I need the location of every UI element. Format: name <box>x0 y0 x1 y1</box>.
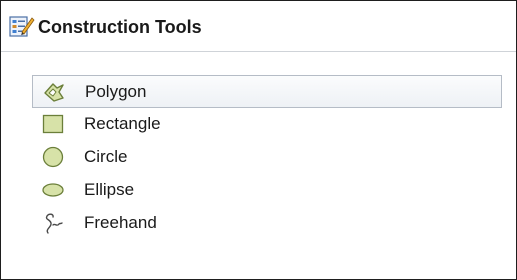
panel-title: Construction Tools <box>38 17 202 37</box>
tool-list: Polygon Rectangle Circle Ellipse Freehan… <box>1 52 516 279</box>
tool-label-circle: Circle <box>84 147 128 166</box>
tool-item-freehand[interactable]: Freehand <box>32 207 502 240</box>
polygon-icon <box>42 80 66 104</box>
tool-label-polygon: Polygon <box>85 82 147 101</box>
tool-item-rectangle[interactable]: Rectangle <box>32 108 502 141</box>
circle-icon <box>41 145 65 169</box>
tool-label-rectangle: Rectangle <box>84 114 161 133</box>
tool-item-ellipse[interactable]: Ellipse <box>32 174 502 207</box>
rectangle-icon <box>41 112 65 136</box>
freehand-icon <box>41 211 65 235</box>
ellipse-icon <box>41 178 65 202</box>
tool-label-freehand: Freehand <box>84 213 157 232</box>
construction-tools-icon <box>9 14 35 38</box>
tool-item-circle[interactable]: Circle <box>32 141 502 174</box>
tool-item-polygon[interactable]: Polygon <box>32 75 502 108</box>
panel-header: Construction Tools <box>1 1 516 52</box>
construction-tools-panel: Construction Tools Polygon Rectangle Cir… <box>0 0 517 280</box>
tool-label-ellipse: Ellipse <box>84 180 135 199</box>
